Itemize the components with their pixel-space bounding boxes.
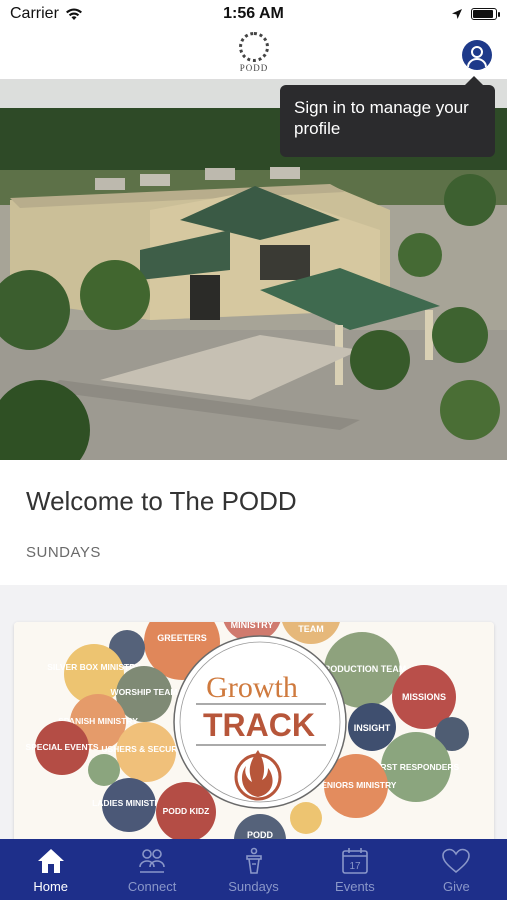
bubble-label: INSIGHT xyxy=(354,723,391,733)
logo-ring-icon xyxy=(239,32,269,62)
profile-button[interactable] xyxy=(462,40,492,70)
bubble-label: SILVER BOX MINISTRY xyxy=(47,662,141,672)
wifi-icon xyxy=(65,8,82,20)
tab-home-label: Home xyxy=(33,879,69,894)
calendar-day: 17 xyxy=(349,861,361,872)
logo-text: PODD xyxy=(239,63,269,73)
tab-give[interactable]: Give xyxy=(406,839,507,900)
welcome-subtitle: SUNDAYS xyxy=(26,544,101,561)
insight-bubble: INSIGHT xyxy=(348,703,396,751)
welcome-title: Welcome to The PODD xyxy=(26,486,297,516)
carrier-label: Carrier xyxy=(10,5,59,22)
status-right xyxy=(451,8,500,20)
bubble-label: TEAM xyxy=(298,624,324,634)
church-logo: PODD xyxy=(236,32,272,76)
battery-icon xyxy=(471,8,500,20)
growth-track-graphic: GREETERS MINISTRY TEAM SILVER BOX MINIST… xyxy=(14,622,494,842)
heart-icon xyxy=(442,848,471,874)
tab-events-label: Events xyxy=(335,879,375,894)
bubble-label: WORSHIP TEAM xyxy=(111,687,178,697)
tab-give-label: Give xyxy=(442,879,470,894)
podium-icon xyxy=(245,847,262,874)
bubble-label: FIRST RESPONDERS xyxy=(373,762,460,772)
growth-track-card[interactable]: GREETERS MINISTRY TEAM SILVER BOX MINIST… xyxy=(14,622,494,842)
calendar-icon: 17 xyxy=(342,848,368,874)
bubble-label: LADIES MINISTRY xyxy=(92,798,166,808)
status-bar: Carrier 1:56 AM xyxy=(0,0,507,28)
battery-level xyxy=(473,10,493,18)
tab-connect-label: Connect xyxy=(127,879,177,894)
sign-in-tooltip[interactable]: Sign in to manage your profile xyxy=(280,76,495,157)
bubble-label: SPECIAL EVENTS xyxy=(25,742,98,752)
podd-kidz-bubble: PODD KIDZ xyxy=(156,782,216,842)
bubble-label: SENIORS MINISTRY xyxy=(316,780,397,790)
tab-bar: Home Connect Sundays 17 Events Give xyxy=(0,839,507,900)
location-arrow-icon xyxy=(452,9,462,19)
tab-sundays[interactable]: Sundays xyxy=(203,839,304,900)
people-icon xyxy=(139,849,165,873)
track-title: TRACK xyxy=(203,707,315,743)
tab-sundays-label: Sundays xyxy=(228,879,279,894)
home-icon xyxy=(37,849,64,873)
status-left: Carrier xyxy=(10,5,83,23)
bubble-label: MINISTRY xyxy=(231,622,274,630)
tab-connect[interactable]: Connect xyxy=(101,839,202,900)
tab-home[interactable]: Home xyxy=(0,839,101,900)
bubble-label: GREETERS xyxy=(157,633,207,643)
user-icon xyxy=(467,46,487,68)
growth-title: Growth xyxy=(206,671,298,704)
welcome-card[interactable]: Welcome to The PODD SUNDAYS xyxy=(0,460,507,585)
bubble-label: PODD KIDZ xyxy=(163,806,210,816)
tab-events[interactable]: 17 Events xyxy=(304,839,405,900)
nav-bar: PODD xyxy=(0,28,507,80)
bubble-label: MISSIONS xyxy=(402,692,446,702)
